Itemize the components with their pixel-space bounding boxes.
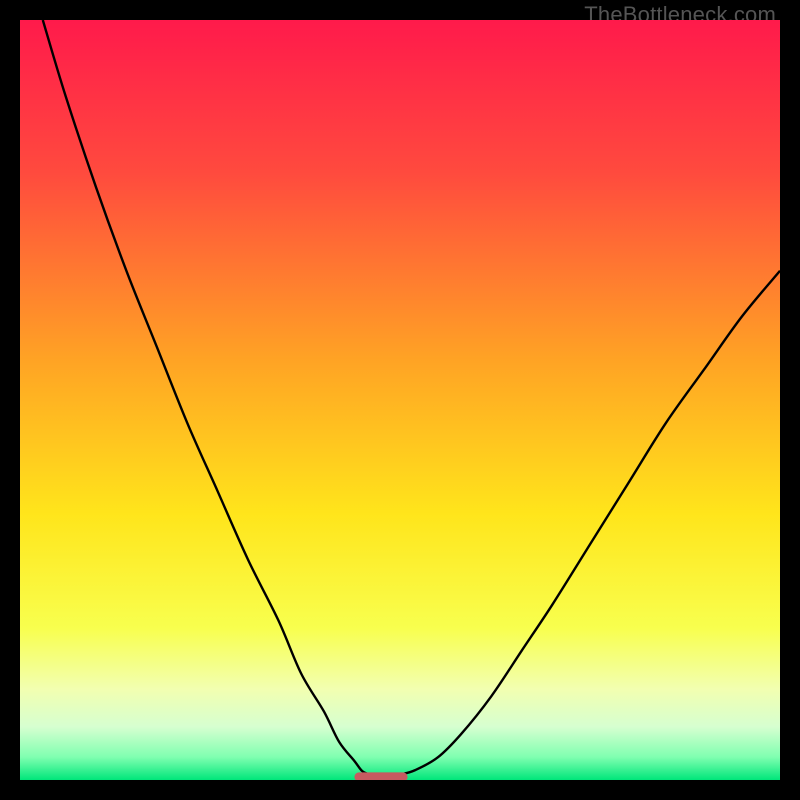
optimal-marker <box>354 772 407 780</box>
chart-background <box>20 20 780 780</box>
bottleneck-chart <box>20 20 780 780</box>
chart-frame <box>20 20 780 780</box>
